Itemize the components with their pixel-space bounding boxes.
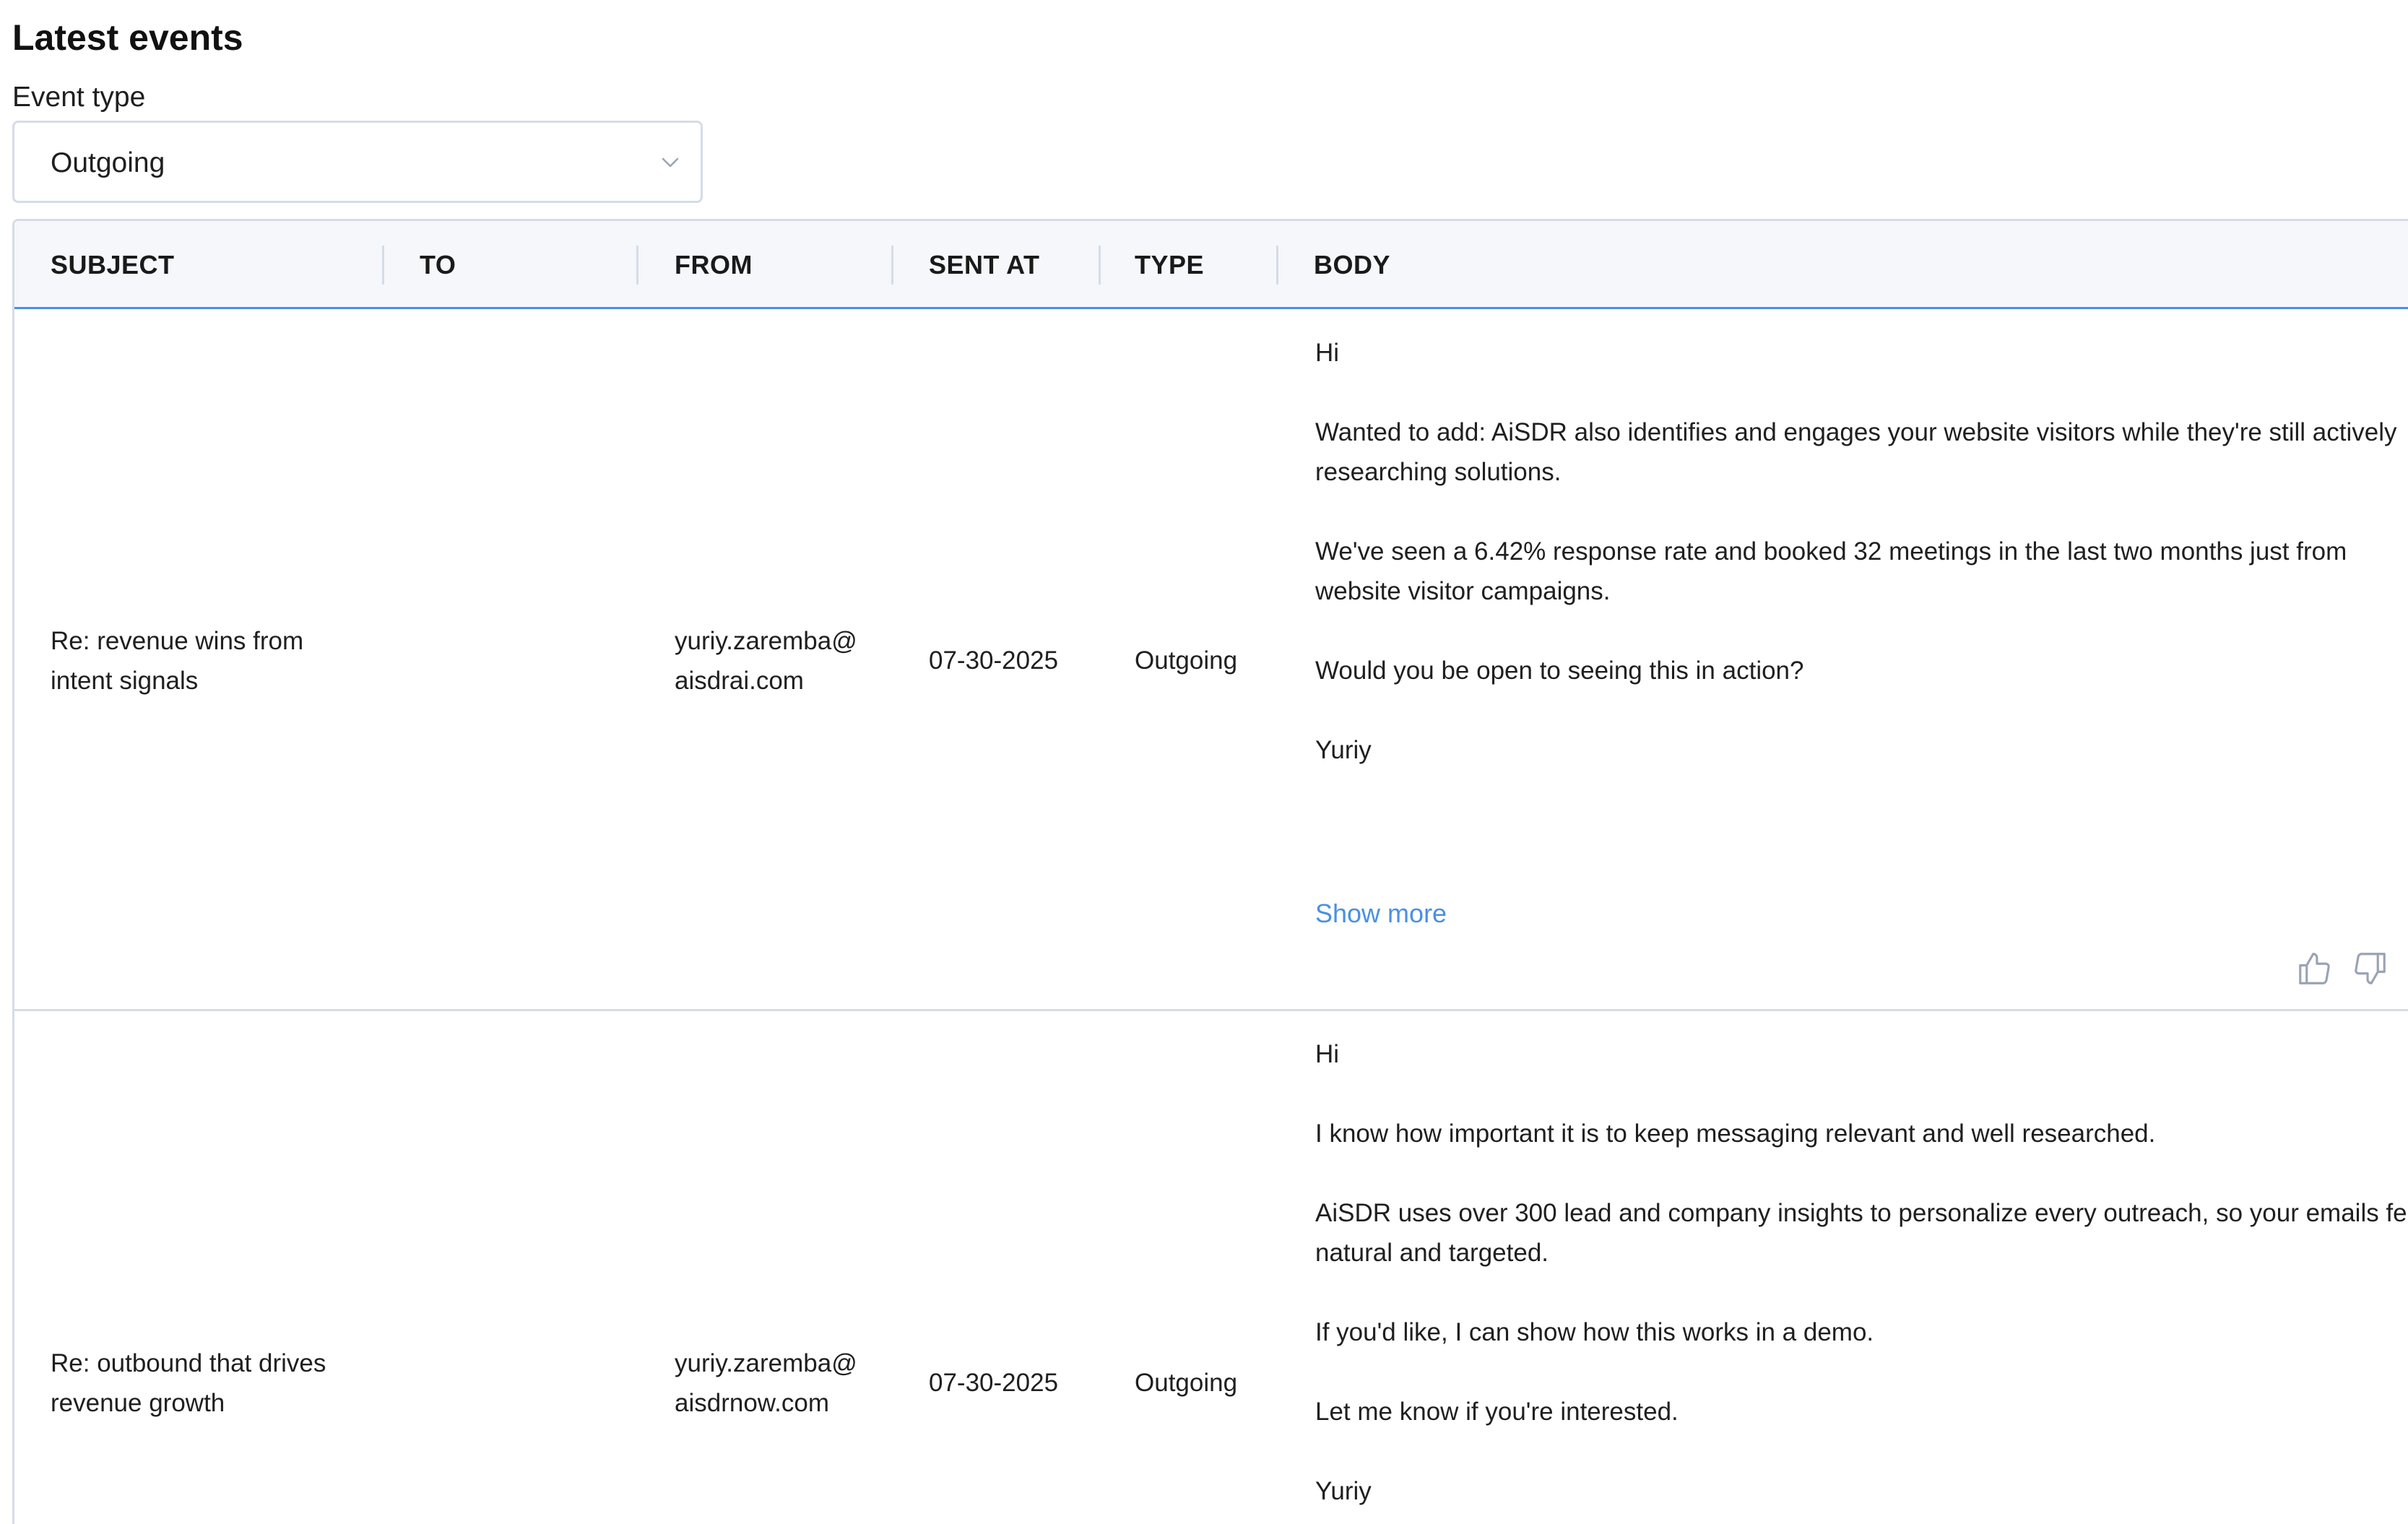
cell-type: Outgoing bbox=[1135, 1369, 1238, 1397]
from-text: yuriy.zaremba@ bbox=[675, 627, 857, 655]
body-paragraph: Hi bbox=[1315, 1040, 1340, 1068]
events-table: SUBJECT TO FROM SENT AT TYPE BODY Re: re… bbox=[12, 219, 2408, 1524]
event-type-selected-value: Outgoing bbox=[51, 147, 165, 178]
column-header-from[interactable]: FROM bbox=[675, 247, 753, 283]
column-header-to[interactable]: TO bbox=[420, 247, 456, 283]
column-separator[interactable] bbox=[636, 246, 638, 285]
event-type-label: Event type bbox=[12, 82, 146, 113]
table-row: Re: outbound that drives revenue growth … bbox=[14, 1011, 2408, 1524]
subject-text: revenue growth bbox=[51, 1389, 225, 1417]
from-text: yuriy.zaremba@ bbox=[675, 1349, 857, 1377]
thumbs-down-icon[interactable] bbox=[2350, 949, 2389, 988]
from-text: aisdrnow.com bbox=[675, 1389, 829, 1417]
cell-from: yuriy.zaremba@ aisdrnow.com bbox=[675, 1343, 884, 1423]
cell-sent-at: 07-30-2025 bbox=[929, 646, 1059, 675]
column-header-type[interactable]: TYPE bbox=[1135, 247, 1204, 283]
from-text: aisdrai.com bbox=[675, 667, 804, 695]
subject-text: intent signals bbox=[51, 667, 199, 695]
body-paragraph: Hi bbox=[1315, 339, 1340, 367]
body-paragraph: If you'd like, I can show how this works… bbox=[1315, 1318, 1874, 1346]
body-paragraph: I know how important it is to keep messa… bbox=[1315, 1120, 2156, 1148]
body-paragraph: Yuriy bbox=[1315, 1477, 1372, 1505]
column-separator[interactable] bbox=[1276, 246, 1278, 285]
cell-type: Outgoing bbox=[1135, 646, 1238, 675]
cell-sent-at: 07-30-2025 bbox=[929, 1369, 1059, 1397]
column-separator[interactable] bbox=[1099, 246, 1101, 285]
subject-text: Re: outbound that drives bbox=[51, 1349, 326, 1377]
event-type-select[interactable]: Outgoing bbox=[12, 121, 703, 203]
column-header-sent-at[interactable]: SENT AT bbox=[929, 247, 1040, 283]
body-paragraph: Let me know if you're interested. bbox=[1315, 1398, 1679, 1426]
column-separator[interactable] bbox=[382, 246, 384, 285]
column-separator[interactable] bbox=[891, 246, 893, 285]
chevron-down-icon bbox=[662, 157, 679, 168]
body-paragraph: We've seen a 6.42% response rate and boo… bbox=[1315, 537, 2347, 605]
latest-events-page: Latest events Event type Outgoing SUBJEC… bbox=[0, 0, 2408, 1524]
body-paragraph: Would you be open to seeing this in acti… bbox=[1315, 657, 1804, 685]
body-paragraph: Wanted to add: AiSDR also identifies and… bbox=[1315, 418, 2397, 486]
body-paragraph: Yuriy bbox=[1315, 736, 1372, 764]
cell-from: yuriy.zaremba@ aisdrai.com bbox=[675, 621, 884, 701]
column-header-body[interactable]: BODY bbox=[1314, 247, 1390, 283]
table-header: SUBJECT TO FROM SENT AT TYPE BODY bbox=[14, 221, 2408, 309]
cell-body: Hi Wanted to add: AiSDR also identifies … bbox=[1315, 333, 2408, 810]
column-header-subject[interactable]: SUBJECT bbox=[51, 247, 175, 283]
subject-text: Re: revenue wins from bbox=[51, 627, 304, 655]
table-row: Re: revenue wins from intent signals yur… bbox=[14, 309, 2408, 1011]
show-more-link[interactable]: Show more bbox=[1315, 896, 1447, 932]
cell-subject: Re: outbound that drives revenue growth bbox=[51, 1343, 368, 1423]
page-title: Latest events bbox=[12, 17, 243, 58]
thumbs-up-icon[interactable] bbox=[2295, 949, 2334, 988]
cell-subject: Re: revenue wins from intent signals bbox=[51, 621, 368, 701]
cell-body: Hi I know how important it is to keep me… bbox=[1315, 1034, 2408, 1524]
body-paragraph: AiSDR uses over 300 lead and company ins… bbox=[1315, 1199, 2408, 1267]
